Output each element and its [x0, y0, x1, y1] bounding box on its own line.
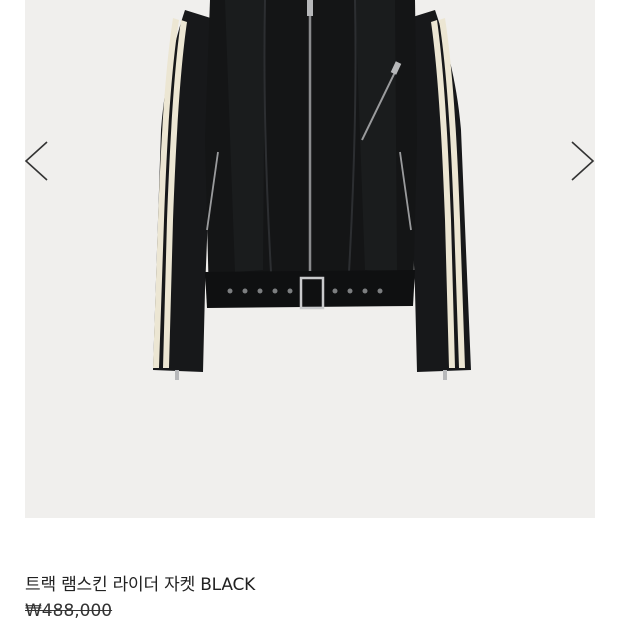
product-page: 트랙 램스킨 라이더 자켓 BLACK ₩488,000	[0, 0, 620, 620]
product-image-carousel[interactable]	[25, 0, 595, 518]
product-name: 트랙 램스킨 라이더 자켓 BLACK	[25, 575, 256, 595]
carousel-prev-button[interactable]	[22, 138, 52, 184]
product-original-price: ₩488,000	[25, 601, 113, 620]
zipper-pull	[307, 0, 313, 16]
cuff-zipper-pull	[443, 370, 447, 380]
chevron-right-icon	[571, 141, 595, 181]
product-image[interactable]	[25, 0, 595, 518]
carousel-next-button[interactable]	[568, 138, 598, 184]
cuff-zipper-pull	[175, 370, 179, 380]
chevron-left-icon	[24, 141, 48, 181]
jacket-belt	[205, 270, 415, 308]
